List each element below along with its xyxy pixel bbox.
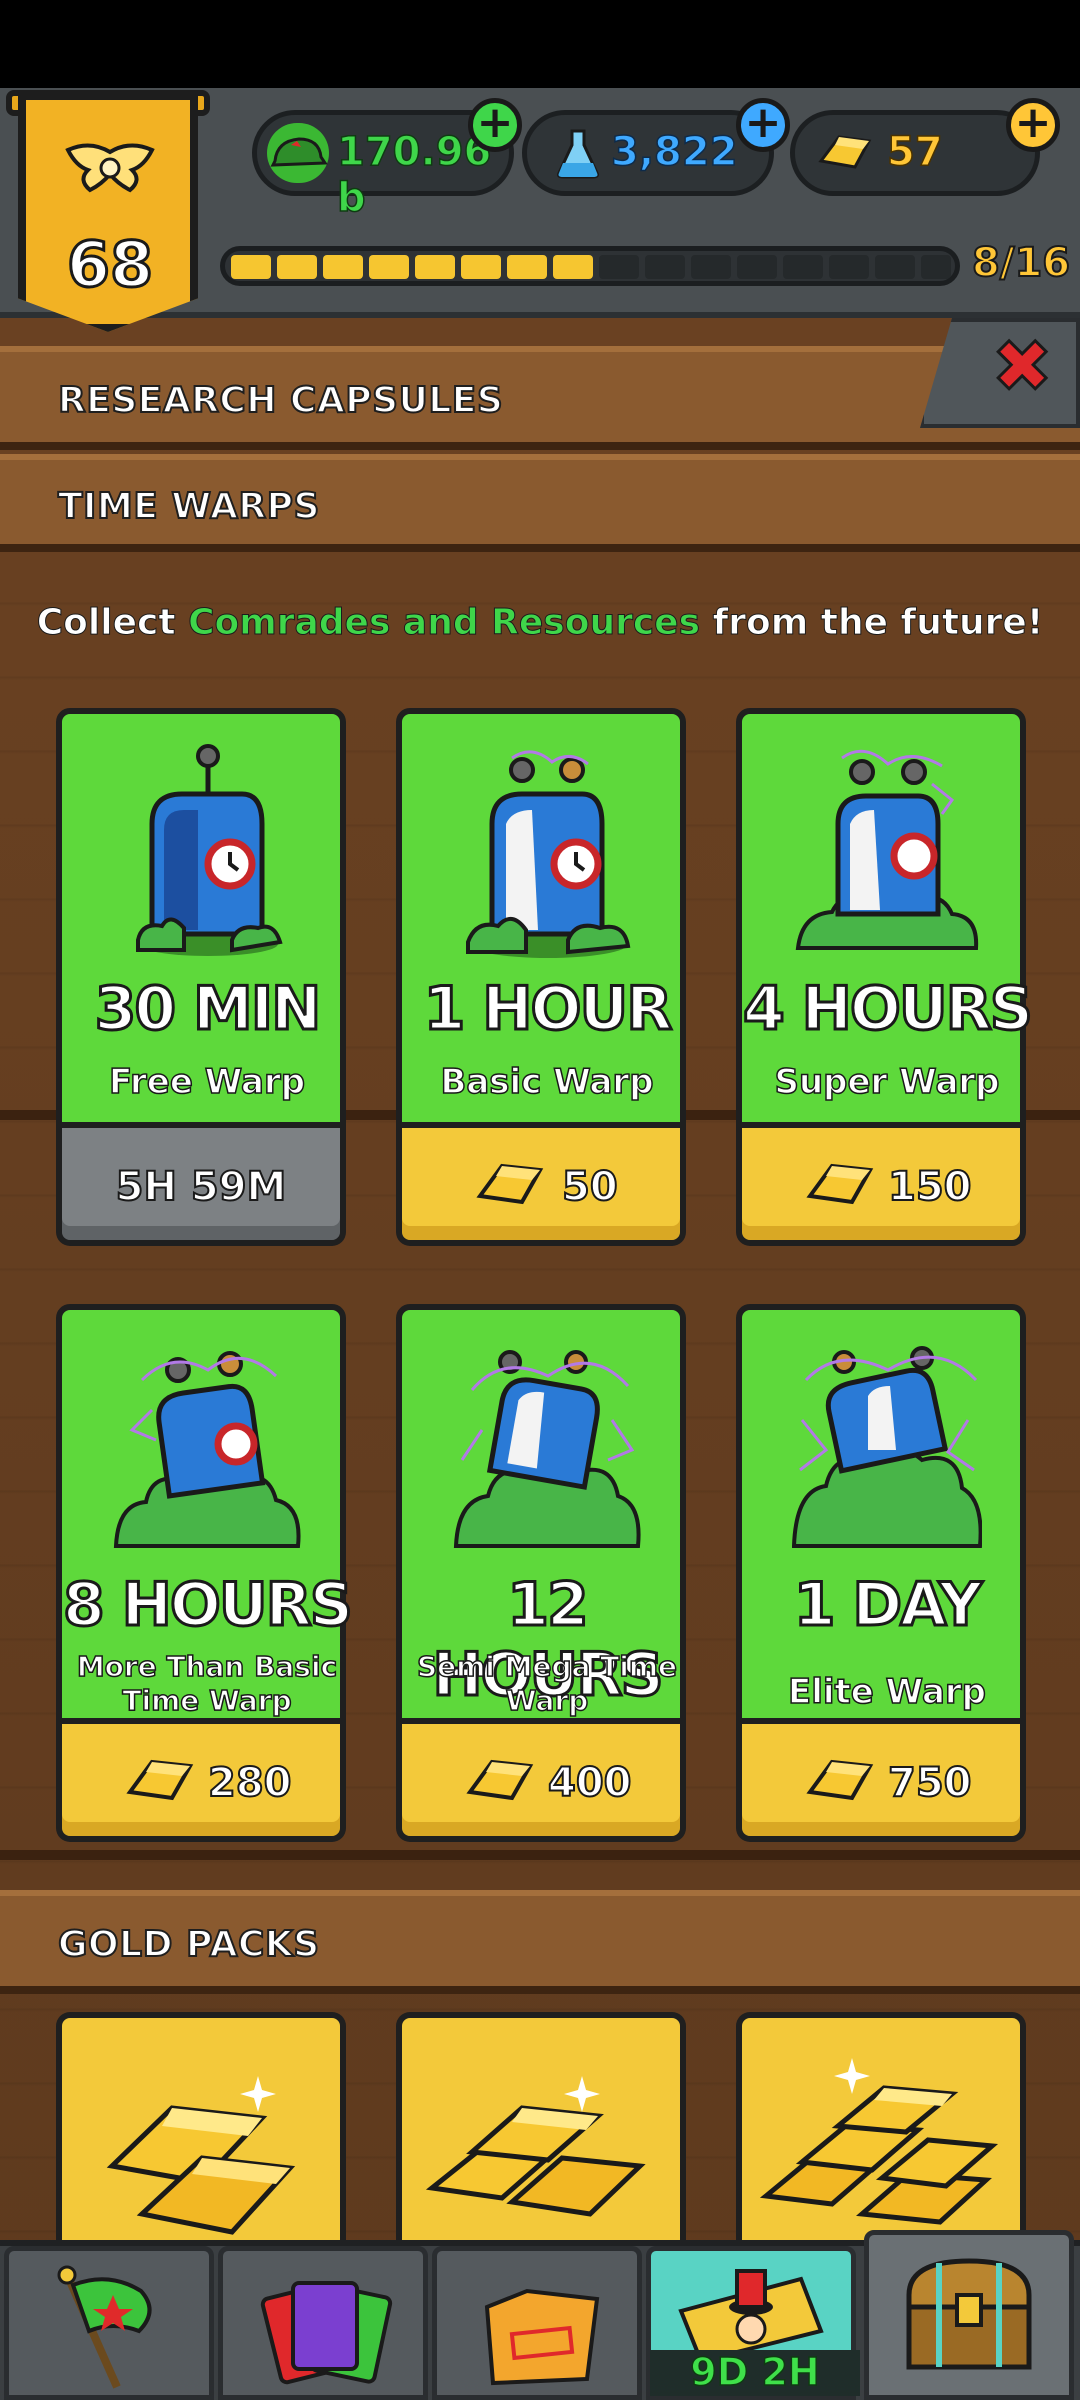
add-cash-button[interactable]: +: [468, 98, 522, 152]
time-capsule-icon: [136, 744, 283, 956]
warp-card-body: 1 DAY Elite Warp: [736, 1304, 1026, 1724]
time-warps-header: TIME WARPS: [0, 454, 1080, 552]
warp-price-button[interactable]: 400: [396, 1724, 686, 1842]
warp-price: 280: [207, 1759, 292, 1807]
research-capsules-title: RESEARCH CAPSULES: [57, 379, 504, 422]
gold-bar-icon: [806, 1759, 874, 1801]
subtitle-highlight: Comrades and Resources: [188, 602, 701, 644]
warp-card-body: 1 HOUR Basic Warp: [396, 708, 686, 1128]
gold-packs-header: GOLD PACKS: [0, 1890, 1080, 1994]
warp-card-body: 30 MIN Free Warp: [56, 708, 346, 1128]
nav-cards-button[interactable]: [218, 2246, 428, 2400]
gold-pack-small[interactable]: [56, 2012, 346, 2262]
gold-bars-icon: [759, 2058, 999, 2225]
warp-price-button[interactable]: 750: [736, 1724, 1026, 1842]
rank-number: 68: [65, 227, 154, 303]
warp-cooldown-timer: 5H 59M: [56, 1128, 346, 1246]
gold-bars-icon: [425, 2076, 646, 2217]
warp-card-1-day[interactable]: 1 DAY Elite Warp 750: [736, 1304, 1026, 1844]
time-warps-subtitle: Collect Comrades and Resources from the …: [0, 602, 1080, 644]
time-capsule-icon: [453, 1350, 641, 1548]
warp-name: Semi Mega Time Warp: [416, 1649, 678, 1718]
warp-card-12-hours[interactable]: 12 HOURS Semi Mega Time Warp 400: [396, 1304, 686, 1844]
warp-name: Elite Warp: [787, 1671, 987, 1713]
gold-pack-medium[interactable]: [396, 2012, 686, 2262]
status-bar: [0, 0, 1080, 88]
time-capsule-icon: [792, 1346, 982, 1548]
cards-icon: [260, 2281, 393, 2385]
warp-duration: 1 DAY: [792, 1569, 984, 1642]
nav-folder-button[interactable]: [432, 2246, 642, 2400]
warp-duration: 8 HOURS: [62, 1569, 355, 1642]
research-capsules-header: RESEARCH CAPSULES: [0, 346, 1080, 450]
subtitle-text-before: Collect: [36, 602, 189, 644]
warp-name: Super Warp: [774, 1061, 1001, 1103]
warp-name: Free Warp: [108, 1061, 306, 1103]
warp-price-button[interactable]: 50: [396, 1128, 686, 1246]
warp-duration: 30 MIN: [93, 973, 323, 1046]
warp-price: 150: [887, 1163, 972, 1211]
gold-bar-icon: [476, 1163, 544, 1205]
warp-price: 400: [547, 1759, 632, 1807]
warp-name: More Than Basic Time Warp: [76, 1649, 338, 1718]
warp-price-button[interactable]: 280: [56, 1724, 346, 1842]
cash-icon: [267, 123, 329, 183]
close-button[interactable]: ✖: [991, 325, 1072, 408]
warp-price: 750: [887, 1759, 972, 1807]
warp-card-body: 8 HOURS More Than Basic Time Warp: [56, 1304, 355, 1724]
warp-price-button[interactable]: 150: [736, 1128, 1026, 1246]
gold-value: 57: [886, 128, 943, 176]
time-capsule-icon: [113, 1351, 301, 1548]
warp-duration: 1 HOUR: [422, 973, 674, 1046]
gold-bar-icon: [126, 1759, 194, 1801]
add-science-button[interactable]: +: [736, 98, 790, 152]
cooldown-text: 5H 59M: [115, 1163, 288, 1211]
flask-icon: [555, 127, 601, 181]
nav-shop-chest-button[interactable]: [864, 2230, 1074, 2400]
plank-seam: [0, 1850, 1080, 1860]
gold-bars-icon: [106, 2076, 296, 2235]
time-capsule-icon: [795, 749, 979, 950]
winged-star-icon: [60, 140, 160, 210]
time-warps-title: TIME WARPS: [57, 485, 320, 528]
secret-folder-icon: [484, 2288, 600, 2386]
warp-card-1-hour[interactable]: 1 HOUR Basic Warp 50: [396, 708, 686, 1248]
treasure-chest-icon: [906, 2258, 1032, 2370]
warp-duration: 4 HOURS: [742, 973, 1035, 1046]
add-gold-button[interactable]: +: [1006, 98, 1060, 152]
warp-name: Basic Warp: [440, 1061, 655, 1103]
gold-bar-icon: [806, 1163, 874, 1205]
rank-progress-label: 8/16: [971, 239, 1071, 287]
warp-card-body: 12 HOURS Semi Mega Time Warp: [396, 1304, 686, 1724]
gold-pack-large[interactable]: [736, 2012, 1026, 2262]
gold-bar-icon: [466, 1759, 534, 1801]
gold-packs-title: GOLD PACKS: [57, 1923, 320, 1966]
subtitle-text-after: from the future!: [700, 602, 1044, 644]
red-flag-icon: [57, 2265, 152, 2389]
science-value: 3,822: [610, 128, 738, 176]
gold-bar-icon: [815, 127, 875, 177]
warp-card-30-min[interactable]: 30 MIN Free Warp 5H 59M: [56, 708, 346, 1248]
event-ticket-icon: [678, 2269, 824, 2364]
event-timer: 9D 2H: [650, 2349, 860, 2396]
nav-flag-button[interactable]: [4, 2246, 214, 2400]
warp-card-4-hours[interactable]: 4 HOURS Super Warp 150: [736, 708, 1035, 1248]
gold-counter[interactable]: 57: [790, 110, 1040, 196]
warp-card-8-hours[interactable]: 8 HOURS More Than Basic Time Warp 280: [56, 1304, 355, 1844]
time-capsule-icon: [466, 750, 631, 958]
warp-card-body: 4 HOURS Super Warp: [736, 708, 1035, 1128]
warp-price: 50: [561, 1163, 619, 1211]
rank-progress-bar: [220, 246, 960, 286]
